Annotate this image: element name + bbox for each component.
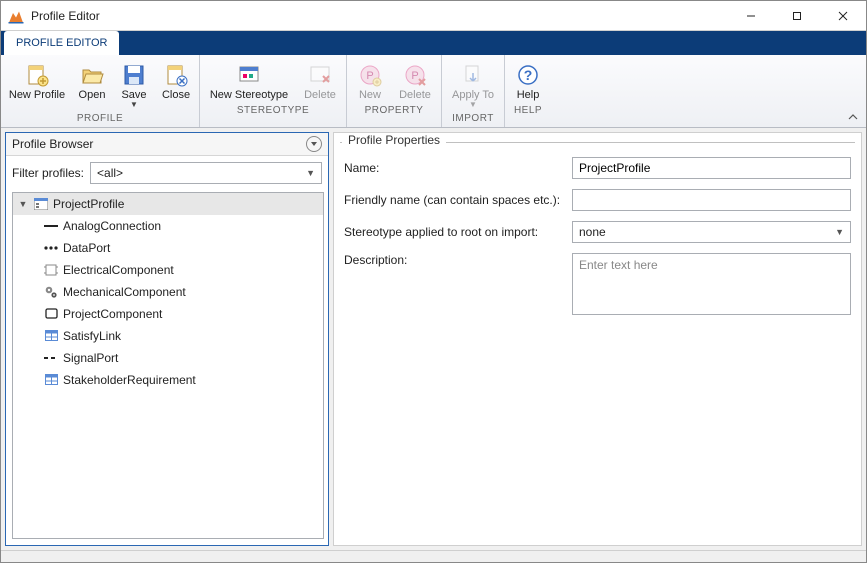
close-profile-button[interactable]: Close xyxy=(157,59,195,111)
profile-properties-panel: Profile Properties Name: Friendly name (… xyxy=(333,132,862,546)
table-icon xyxy=(43,329,59,343)
profile-browser-panel: Profile Browser Filter profiles: <all> ▼… xyxy=(5,132,329,546)
gear-icon xyxy=(43,285,59,299)
app-icon xyxy=(7,7,25,25)
title-bar: Profile Editor xyxy=(1,1,866,31)
ribbon-group-stereotype: New Stereotype Delete STEREOTYPE xyxy=(200,55,347,127)
profile-icon xyxy=(33,197,49,211)
save-icon xyxy=(122,63,146,87)
friendly-name-label: Friendly name (can contain spaces etc.): xyxy=(344,193,572,207)
tree-item[interactable]: AnalogConnection xyxy=(13,215,323,237)
friendly-name-input[interactable] xyxy=(572,189,851,211)
delete-property-button: P Delete xyxy=(393,59,437,103)
tree-item[interactable]: MechanicalComponent xyxy=(13,281,323,303)
description-textarea[interactable] xyxy=(572,253,851,315)
tree-item[interactable]: SignalPort xyxy=(13,347,323,369)
filter-profiles-select[interactable]: <all> ▼ xyxy=(90,162,322,184)
body: Profile Browser Filter profiles: <all> ▼… xyxy=(1,128,866,550)
name-input[interactable] xyxy=(572,157,851,179)
new-profile-button[interactable]: New Profile xyxy=(5,59,69,111)
stereotype-root-select[interactable]: none ▼ xyxy=(572,221,851,243)
new-property-button: P New xyxy=(351,59,389,103)
filter-label: Filter profiles: xyxy=(12,166,84,180)
new-stereotype-icon xyxy=(237,63,261,87)
open-button[interactable]: Open xyxy=(73,59,111,111)
window-title: Profile Editor xyxy=(31,9,728,23)
save-dropdown-icon: ▼ xyxy=(130,101,138,109)
component-brackets-icon xyxy=(43,263,59,277)
maximize-button[interactable] xyxy=(774,1,820,31)
help-button[interactable]: ? Help xyxy=(509,59,547,103)
close-button[interactable] xyxy=(820,1,866,31)
properties-title: Profile Properties xyxy=(334,133,861,147)
svg-text:?: ? xyxy=(524,67,533,83)
delete-stereotype-icon xyxy=(308,63,332,87)
table-icon xyxy=(43,373,59,387)
tree-item[interactable]: ElectricalComponent xyxy=(13,259,323,281)
tree-item[interactable]: StakeholderRequirement xyxy=(13,369,323,391)
apply-dropdown-icon: ▼ xyxy=(469,101,477,109)
minimize-button[interactable] xyxy=(728,1,774,31)
connector-line-icon xyxy=(43,219,59,233)
tree-item[interactable]: DataPort xyxy=(13,237,323,259)
new-property-icon: P xyxy=(358,63,382,87)
profile-browser-title: Profile Browser xyxy=(12,137,93,151)
apply-to-icon xyxy=(461,63,485,87)
chevron-up-icon xyxy=(847,111,859,123)
ribbon-collapse-button[interactable] xyxy=(846,110,860,124)
tab-profile-editor[interactable]: PROFILE EDITOR xyxy=(4,31,119,55)
collapse-icon[interactable]: ▼ xyxy=(17,199,29,209)
open-icon xyxy=(80,63,104,87)
ribbon-group-property: P New P Delete PROPERTY xyxy=(347,55,442,127)
close-profile-icon xyxy=(164,63,188,87)
ribbon-group-profile: New Profile Open Save ▼ Close PROFILE xyxy=(1,55,200,127)
description-label: Description: xyxy=(344,253,572,267)
svg-text:P: P xyxy=(411,70,418,82)
chevron-down-icon xyxy=(310,140,318,148)
ribbon-group-help: ? Help HELP xyxy=(505,55,551,127)
tree-item[interactable]: SatisfyLink xyxy=(13,325,323,347)
apply-to-button: Apply To ▼ xyxy=(446,59,500,111)
save-button[interactable]: Save ▼ xyxy=(115,59,153,111)
toolstrip-tabs: PROFILE EDITOR xyxy=(1,31,866,55)
stereotype-root-label: Stereotype applied to root on import: xyxy=(344,225,572,239)
panel-menu-button[interactable] xyxy=(306,136,322,152)
status-bar xyxy=(1,550,866,562)
name-label: Name: xyxy=(344,161,572,175)
tree-root-label: ProjectProfile xyxy=(53,197,124,211)
profile-tree[interactable]: ▼ ProjectProfile AnalogConnection DataPo… xyxy=(12,192,324,539)
delete-property-icon: P xyxy=(403,63,427,87)
chevron-down-icon: ▼ xyxy=(306,168,315,178)
component-box-icon xyxy=(43,307,59,321)
port-dashes-icon xyxy=(43,351,59,365)
new-stereotype-button[interactable]: New Stereotype xyxy=(204,59,294,103)
delete-stereotype-button: Delete xyxy=(298,59,342,103)
svg-text:P: P xyxy=(366,70,373,82)
chevron-down-icon: ▼ xyxy=(835,227,844,237)
ribbon: New Profile Open Save ▼ Close PROFILE Ne… xyxy=(1,55,866,128)
tree-root[interactable]: ▼ ProjectProfile xyxy=(13,193,323,215)
tree-item[interactable]: ProjectComponent xyxy=(13,303,323,325)
filter-row: Filter profiles: <all> ▼ xyxy=(6,156,328,192)
port-dots-icon xyxy=(43,241,59,255)
profile-browser-header: Profile Browser xyxy=(6,133,328,156)
new-profile-icon xyxy=(25,63,49,87)
ribbon-group-import: Apply To ▼ IMPORT xyxy=(442,55,505,127)
help-icon: ? xyxy=(516,63,540,87)
